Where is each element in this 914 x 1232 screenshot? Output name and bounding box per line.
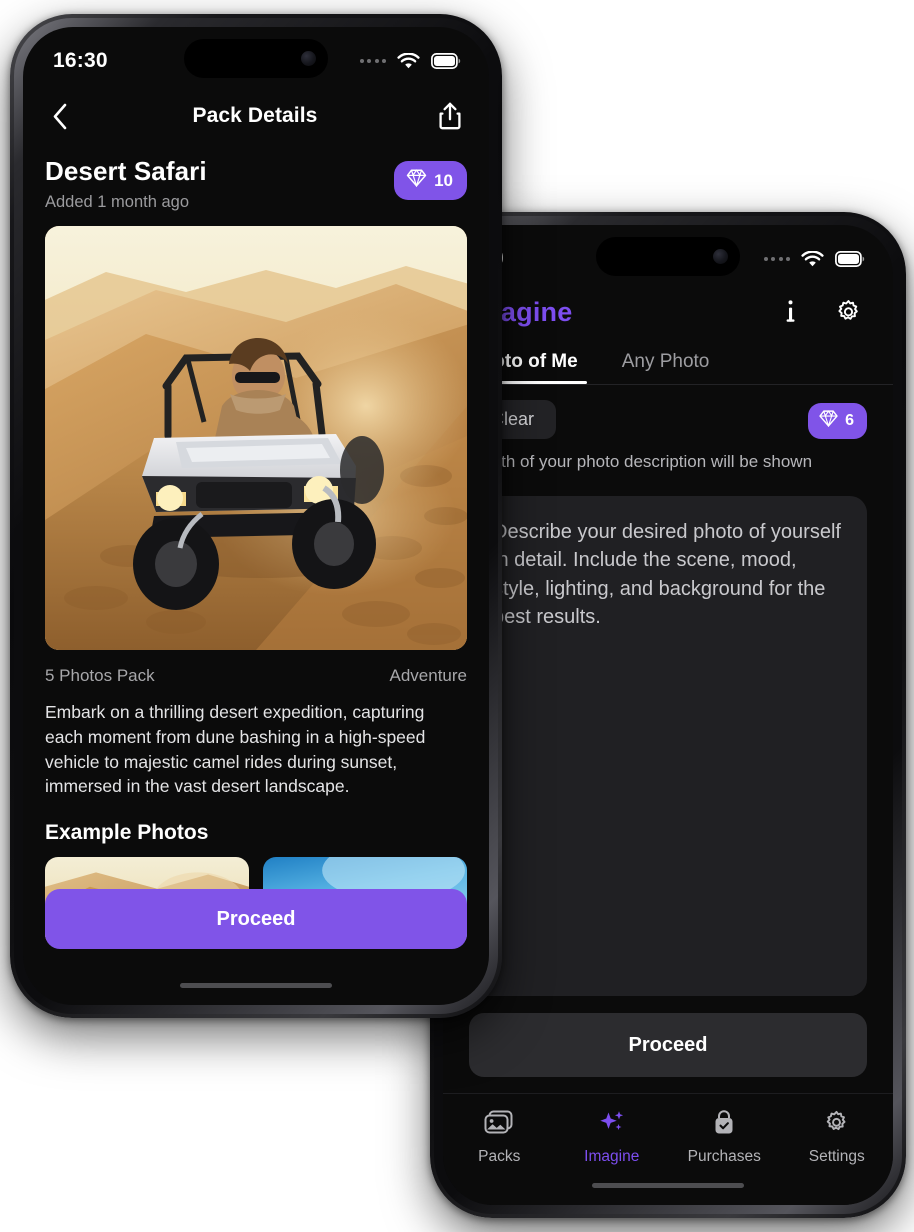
mode-tabs: Photo of Me Any Photo	[443, 329, 893, 384]
header-actions	[773, 295, 865, 329]
tabbar-label: Settings	[808, 1148, 865, 1165]
gem-icon	[406, 169, 427, 192]
phone-screen-pack-details: 16:30 Pack Details Desert Safari Added 1…	[23, 27, 489, 1005]
home-indicator	[180, 983, 332, 988]
status-bar-back: :30	[443, 225, 893, 287]
pack-title: Desert Safari	[45, 156, 207, 186]
dynamic-island	[596, 237, 740, 276]
pack-description: Embark on a thrilling desert expedition,…	[45, 701, 426, 797]
share-icon[interactable]	[433, 99, 467, 133]
screenshot-stage: :30 Imagine	[0, 0, 914, 1232]
credits-count: 10	[434, 170, 453, 190]
tab-any-photo[interactable]: Any Photo	[622, 351, 710, 384]
tabbar-label: Imagine	[584, 1148, 640, 1165]
status-bar-front: 16:30	[23, 27, 489, 89]
phone-device-front: 16:30 Pack Details Desert Safari Added 1…	[10, 14, 502, 1018]
battery-icon	[431, 53, 461, 69]
tabbar-label: Packs	[478, 1148, 521, 1165]
status-indicators	[359, 52, 462, 70]
pack-photo-count: 5 Photos Pack	[45, 665, 155, 685]
pack-header: Desert Safari Added 1 month ago 10	[23, 143, 489, 212]
credits-count: 6	[845, 412, 854, 429]
gear-icon[interactable]	[831, 295, 865, 329]
pack-subtitle: Added 1 month ago	[45, 192, 190, 211]
page-title: Pack Details	[192, 104, 318, 127]
info-icon[interactable]	[773, 295, 807, 329]
front-camera-icon	[301, 51, 316, 66]
credits-badge[interactable]: 10	[394, 161, 467, 200]
pack-hero-image[interactable]	[45, 225, 467, 650]
dynamic-island	[184, 39, 328, 78]
chevron-left-icon[interactable]	[43, 99, 77, 133]
wifi-icon	[801, 250, 824, 268]
photos-stack-icon	[484, 1110, 514, 1141]
nav-bar: Pack Details	[23, 89, 489, 143]
gear-icon	[822, 1110, 851, 1141]
bottom-tab-bar: Packs Imagine Purchases Settings	[443, 1093, 893, 1205]
sparkles-icon	[597, 1110, 627, 1141]
home-indicator	[592, 1183, 744, 1188]
tabbar-item-imagine[interactable]: Imagine	[556, 1110, 669, 1166]
prompt-textarea[interactable]: Describe your desired photo of yourself …	[469, 495, 867, 996]
proceed-button-front[interactable]: Proceed	[45, 889, 467, 949]
signal-dots-icon	[359, 59, 386, 63]
status-indicators	[763, 250, 866, 268]
phone-screen-imagine: :30 Imagine	[443, 225, 893, 1205]
credits-badge[interactable]: 6	[808, 403, 867, 439]
example-photos-title: Example Photos	[45, 821, 209, 845]
proceed-button-back[interactable]: Proceed	[469, 1013, 867, 1077]
gem-icon	[819, 410, 838, 432]
pack-category: Adventure	[389, 665, 468, 685]
pack-meta-row: 5 Photos Pack Adventure	[23, 650, 489, 686]
imagine-header: Imagine	[443, 287, 893, 329]
battery-icon	[835, 251, 865, 267]
tabbar-item-settings[interactable]: Settings	[781, 1110, 894, 1166]
bag-check-icon	[709, 1110, 739, 1141]
tabbar-item-purchases[interactable]: Purchases	[668, 1110, 781, 1166]
clear-row: Clear 6	[443, 385, 893, 439]
tabbar-item-packs[interactable]: Packs	[443, 1110, 556, 1166]
pack-title-block: Desert Safari Added 1 month ago	[45, 156, 207, 212]
status-time: 16:30	[53, 49, 108, 72]
prompt-hint: length of your photo description will be…	[469, 452, 813, 471]
tabbar-label: Purchases	[687, 1148, 761, 1165]
signal-dots-icon	[763, 257, 790, 261]
wifi-icon	[397, 52, 420, 70]
front-camera-icon	[713, 249, 728, 264]
